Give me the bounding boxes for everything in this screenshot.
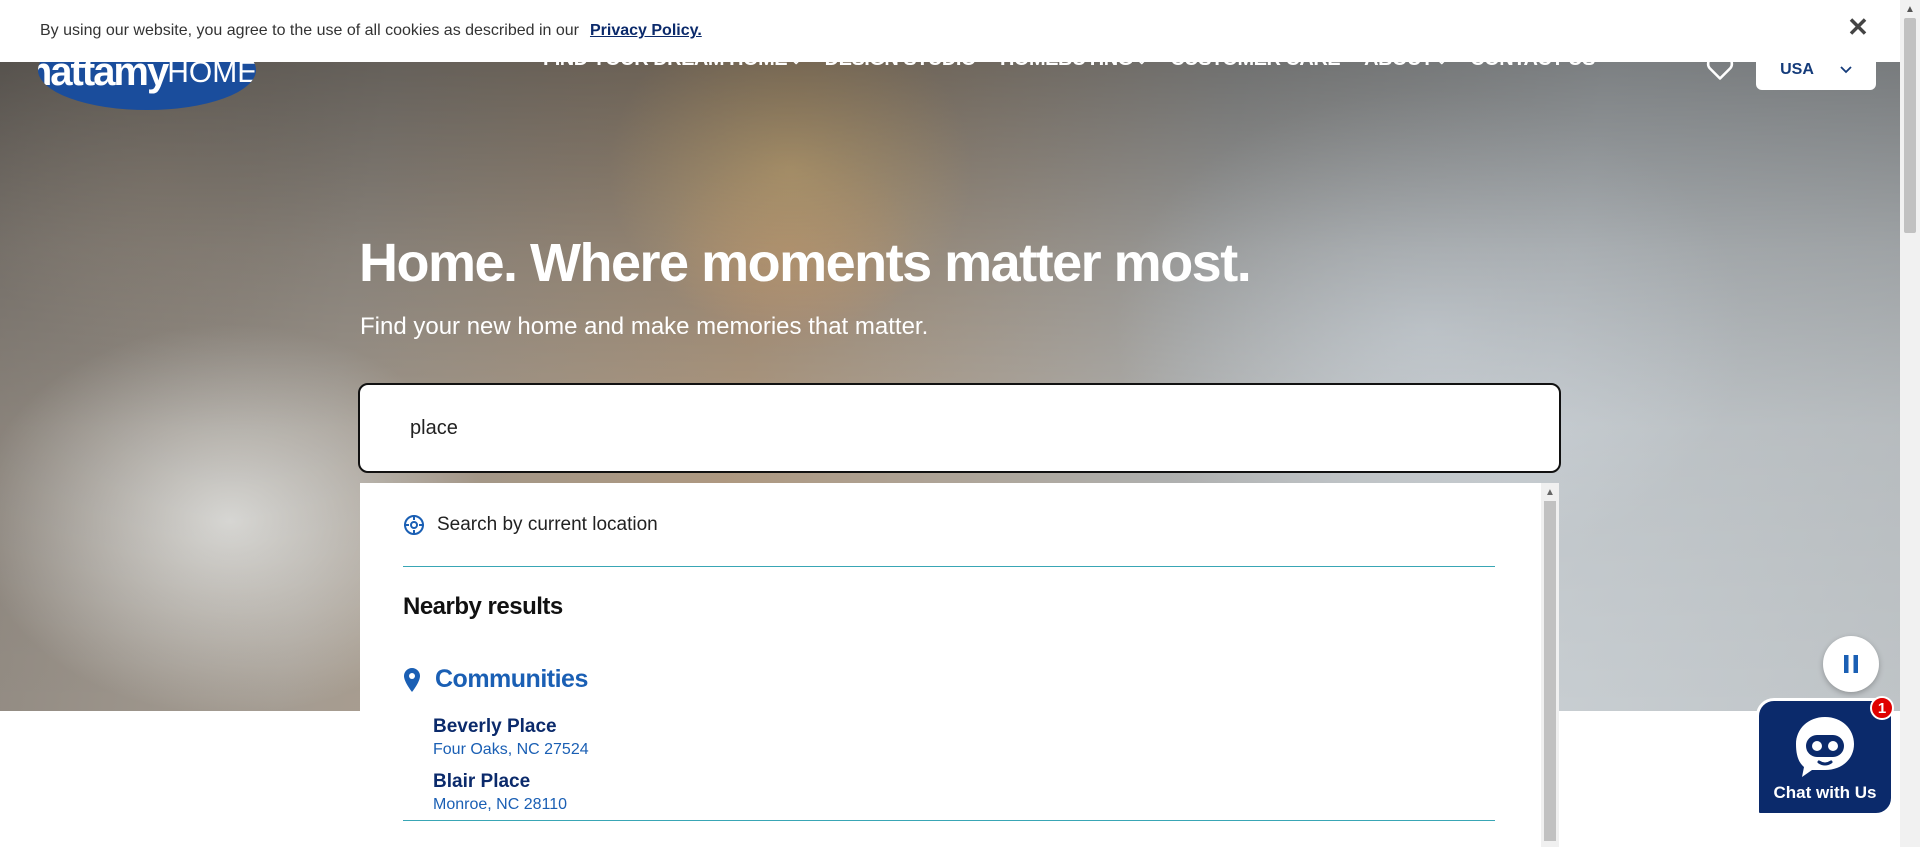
community-name: Beverly Place [433, 716, 557, 737]
search-current-location-option[interactable]: Search by current location [403, 483, 1495, 567]
hero-subtitle: Find your new home and make memories tha… [360, 313, 929, 340]
cookie-banner: By using our website, you agree to the u… [0, 0, 1900, 62]
community-address: Monroe, NC 28110 [433, 796, 567, 813]
country-value: USA [1780, 61, 1814, 78]
chat-label: Chat with Us [1773, 783, 1877, 802]
divider [403, 820, 1495, 821]
close-icon[interactable]: ✕ [1846, 12, 1870, 42]
search-suggestions-dropdown: Search by current location Nearby result… [360, 483, 1559, 847]
scrollbar-thumb[interactable] [1904, 18, 1916, 233]
scroll-up-arrow-icon[interactable]: ▲ [1545, 487, 1555, 498]
crosshair-icon [404, 514, 424, 535]
scrollbar-thumb[interactable] [1544, 501, 1556, 841]
dropdown-scrollbar[interactable]: ▲ [1541, 483, 1559, 847]
chevron-down-icon [1840, 66, 1852, 74]
map-pin-icon [404, 667, 420, 692]
communities-heading: Communities [403, 665, 1495, 694]
community-result-item[interactable]: Beverly Place Four Oaks, NC 27524 [433, 716, 1495, 759]
community-address: Four Oaks, NC 27524 [433, 741, 589, 758]
current-location-label: Search by current location [437, 513, 658, 535]
community-result-item[interactable]: Blair Place Monroe, NC 28110 [433, 771, 1495, 814]
chatbot-icon [1796, 717, 1854, 777]
community-name: Blair Place [433, 771, 531, 792]
notification-badge: 1 [1870, 696, 1894, 720]
pause-icon [1844, 655, 1858, 673]
privacy-policy-link[interactable]: Privacy Policy. [590, 22, 702, 40]
search-input[interactable] [410, 416, 1559, 440]
pause-video-button[interactable] [1823, 636, 1879, 692]
search-box[interactable] [358, 383, 1561, 473]
nearby-results-heading: Nearby results [403, 593, 563, 620]
scroll-up-arrow-icon[interactable]: ▲ [1905, 4, 1915, 15]
cookie-message: By using our website, you agree to the u… [40, 22, 579, 39]
page-scrollbar[interactable]: ▲ [1900, 0, 1920, 847]
hero-title: Home. Where moments matter most. [359, 233, 1252, 293]
communities-label: Communities [435, 665, 588, 693]
